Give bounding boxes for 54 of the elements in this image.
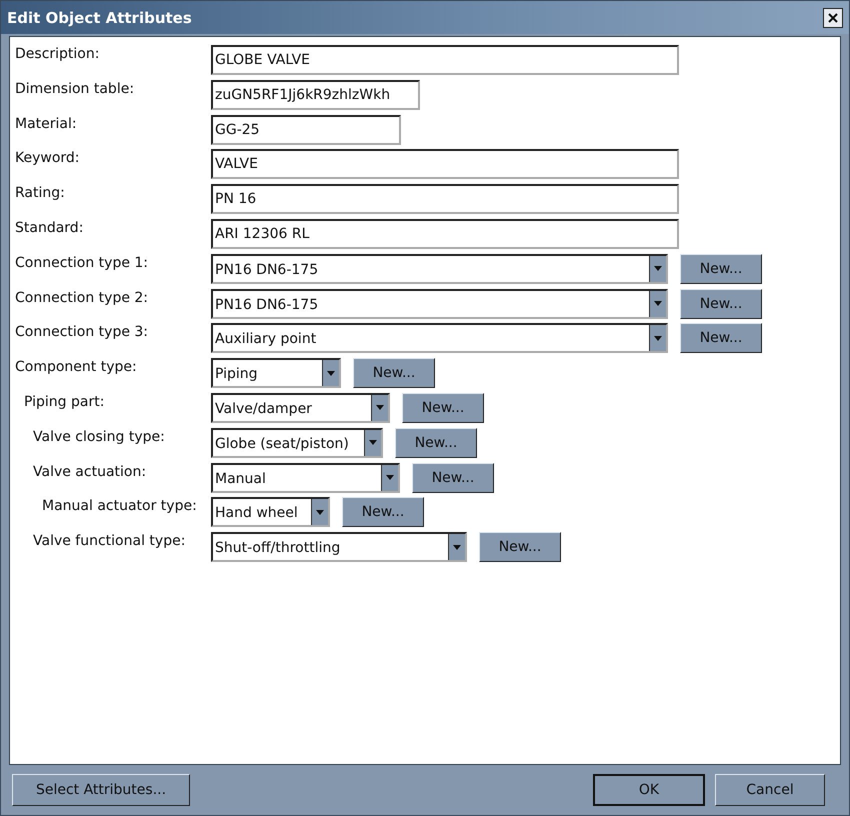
field-label: Connection type 3: bbox=[15, 323, 150, 340]
dropdown-arrow-icon bbox=[453, 544, 461, 550]
field-label: Keyword: bbox=[15, 149, 81, 166]
field-label: Manual actuator type: bbox=[41, 497, 198, 514]
text-field[interactable]: ARI 12306 RL bbox=[211, 218, 679, 249]
text-field[interactable]: GG-25 bbox=[211, 114, 401, 145]
dropdown-field[interactable]: Valve/damper bbox=[211, 392, 390, 423]
new-button[interactable]: New... bbox=[680, 323, 762, 354]
dropdown-field[interactable]: Hand wheel bbox=[211, 497, 330, 528]
field-label: Standard: bbox=[15, 218, 84, 236]
select-attributes-button[interactable]: Select Attributes... bbox=[12, 774, 190, 806]
field-label: Connection type 1: bbox=[15, 254, 150, 271]
field-label: Rating: bbox=[15, 184, 66, 202]
window-title: Edit Object Attributes bbox=[7, 8, 192, 26]
field-label: Valve actuation: bbox=[32, 462, 148, 480]
text-field[interactable]: VALVE bbox=[211, 149, 679, 180]
field-label: Piping part: bbox=[23, 392, 106, 410]
cancel-button[interactable]: Cancel bbox=[715, 774, 825, 806]
new-button[interactable]: New... bbox=[395, 428, 477, 458]
dropdown-arrow-icon bbox=[386, 475, 394, 480]
dropdown-field[interactable]: PN16 DN6-175 bbox=[211, 254, 668, 284]
ok-button[interactable]: OK bbox=[593, 774, 705, 806]
field-label: Valve functional type: bbox=[32, 532, 186, 550]
text-field[interactable]: PN 16 bbox=[211, 184, 679, 214]
dropdown-arrow-icon bbox=[316, 510, 324, 515]
dropdown-field[interactable]: Auxiliary point bbox=[211, 323, 668, 354]
text-field[interactable]: GLOBE VALVE bbox=[211, 45, 679, 75]
close-icon bbox=[828, 12, 838, 22]
dropdown-arrow-icon bbox=[369, 440, 377, 446]
new-button[interactable]: New... bbox=[680, 254, 762, 284]
dropdown-field[interactable]: Shut-off/throttling bbox=[211, 532, 467, 562]
dropdown-arrow-icon bbox=[376, 405, 384, 410]
new-button[interactable]: New... bbox=[412, 462, 494, 493]
field-label: Description: bbox=[15, 45, 100, 62]
field-label: Connection type 2: bbox=[15, 288, 150, 306]
field-label: Material: bbox=[15, 114, 78, 132]
new-button[interactable]: New... bbox=[353, 358, 435, 388]
new-button[interactable]: New... bbox=[342, 497, 424, 528]
new-button[interactable]: New... bbox=[479, 532, 561, 562]
dropdown-arrow-icon bbox=[654, 301, 662, 306]
dropdown-arrow-icon bbox=[654, 266, 662, 272]
dropdown-field[interactable]: Globe (seat/piston) bbox=[211, 428, 383, 458]
new-button[interactable]: New... bbox=[680, 288, 762, 319]
close-button[interactable] bbox=[823, 8, 843, 28]
field-label: Component type: bbox=[15, 358, 138, 376]
text-field[interactable]: zuGN5RF1Jj6kR9zhlzWkh bbox=[211, 80, 420, 110]
dropdown-field[interactable]: Manual bbox=[211, 462, 400, 493]
dropdown-field[interactable]: PN16 DN6-175 bbox=[211, 288, 668, 319]
dropdown-field[interactable]: Piping bbox=[211, 358, 341, 388]
dropdown-arrow-icon bbox=[327, 370, 335, 376]
new-button[interactable]: New... bbox=[402, 392, 484, 423]
dropdown-arrow-icon bbox=[654, 336, 662, 341]
field-label: Valve closing type: bbox=[32, 428, 166, 445]
field-label: Dimension table: bbox=[15, 80, 136, 97]
